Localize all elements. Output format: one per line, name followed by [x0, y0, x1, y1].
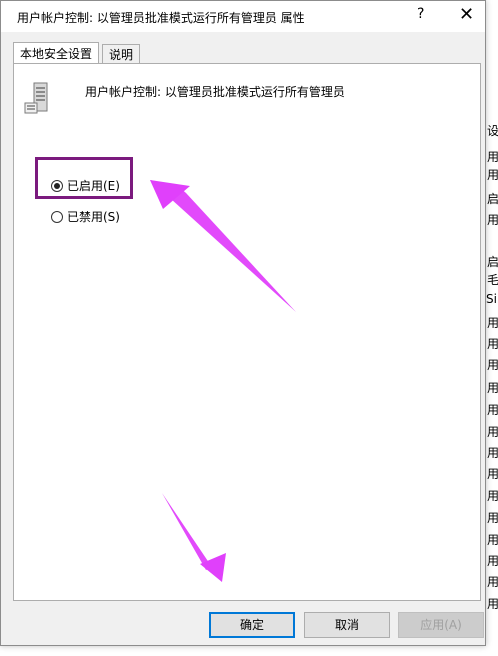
ok-button[interactable]: 确定 [209, 612, 295, 638]
background-text: 用 [487, 467, 498, 481]
background-text: 用 [487, 337, 498, 351]
background-text: 用 [487, 511, 498, 525]
background-text: 启 [487, 255, 498, 269]
server-icon [21, 81, 51, 115]
background-text: 用 [487, 213, 498, 227]
background-text: 用 [487, 597, 498, 611]
radio-unchecked-indicator[interactable] [51, 210, 63, 223]
background-text: 用 [487, 575, 498, 589]
tab-explain[interactable]: 说明 [102, 44, 141, 64]
tab-local-security-setting[interactable]: 本地安全设置 [13, 42, 100, 64]
background-text: 用 [487, 381, 498, 395]
radio-checked-indicator[interactable] [51, 179, 63, 192]
close-button[interactable]: ✕ [459, 4, 474, 25]
background-window-right: 设 用 用 启 用 启 毛 Si 用 用 用 用 用 用 用 用 用 用 用 用… [486, 0, 498, 656]
radio-disabled-label: 已禁用(S) [67, 210, 120, 224]
radio-enabled[interactable]: 已启用(E) [51, 177, 120, 194]
dialog-title: 用户帐户控制: 以管理员批准模式运行所有管理员 属性 [17, 11, 305, 25]
background-text: 用 [487, 425, 498, 439]
background-text: 用 [487, 403, 498, 417]
background-text: 用 [487, 358, 498, 372]
background-text: Si [486, 292, 497, 306]
policy-name: 用户帐户控制: 以管理员批准模式运行所有管理员 [85, 85, 345, 99]
background-text: 用 [487, 489, 498, 503]
help-button[interactable]: ? [417, 6, 424, 22]
background-text: 用 [487, 150, 498, 164]
apply-button: 应用(A) [398, 612, 484, 638]
radio-enabled-label: 已启用(E) [67, 179, 120, 193]
background-text: 用 [487, 316, 498, 330]
background-text: 用 [487, 446, 498, 460]
properties-dialog: 用户帐户控制: 以管理员批准模式运行所有管理员 属性 ? ✕ 本地安全设置 说明… [0, 0, 486, 646]
tab-panel [13, 63, 481, 601]
background-text: 毛 [487, 273, 498, 287]
background-text: 设 [487, 124, 498, 138]
title-bar[interactable]: 用户帐户控制: 以管理员批准模式运行所有管理员 属性 ? ✕ [1, 1, 485, 32]
cancel-button[interactable]: 取消 [304, 612, 390, 638]
background-text: 用 [487, 168, 498, 182]
background-text: 用 [487, 533, 498, 547]
background-text: 用 [487, 554, 498, 568]
radio-disabled[interactable]: 已禁用(S) [51, 208, 120, 225]
background-text: 启 [487, 192, 498, 206]
